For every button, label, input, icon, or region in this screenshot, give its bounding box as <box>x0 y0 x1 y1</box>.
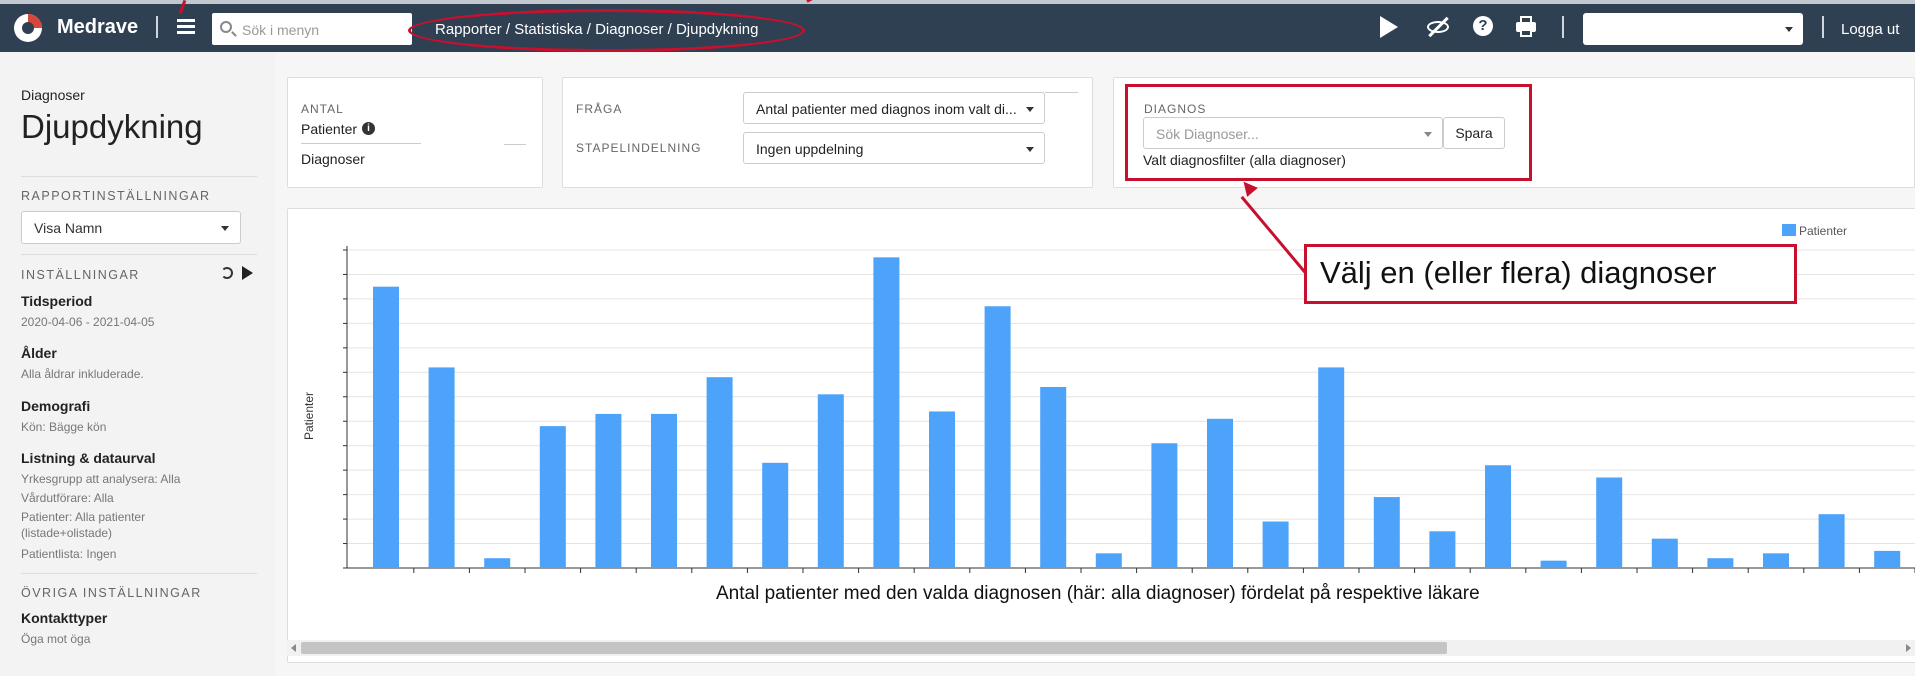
chart-bar[interactable] <box>1151 443 1178 568</box>
setting-label[interactable]: Ålder <box>21 345 57 361</box>
divider <box>1822 16 1824 38</box>
y-axis-label: Patienter <box>302 392 316 440</box>
chart-bar[interactable] <box>651 413 677 568</box>
setting-value: (listade+olistade) <box>21 526 113 540</box>
divider <box>504 144 526 145</box>
divider <box>21 176 257 177</box>
chart-bar[interactable] <box>1651 538 1678 568</box>
chart-bar[interactable] <box>1318 367 1345 568</box>
logout-link[interactable]: Logga ut <box>1841 21 1899 38</box>
chart-bar[interactable] <box>539 426 566 568</box>
question-label: FRÅGA <box>576 102 623 116</box>
setting-value: Öga mot öga <box>21 632 91 646</box>
bar-split-select-value: Ingen uppdelning <box>756 141 864 157</box>
scroll-right-icon[interactable] <box>1906 644 1911 652</box>
user-select[interactable] <box>1583 13 1803 45</box>
divider <box>1045 92 1078 93</box>
info-icon[interactable]: i <box>362 122 375 135</box>
top-border <box>0 0 1915 4</box>
chart-bar[interactable] <box>1429 531 1456 568</box>
top-bar: Medrave Sök i menyn Rapporter / Statisti… <box>0 0 1915 52</box>
hamburger-menu-icon[interactable] <box>177 19 195 35</box>
chart-bar[interactable] <box>1818 514 1845 568</box>
breadcrumb-highlight <box>408 9 805 52</box>
divider <box>156 16 158 38</box>
setting-label[interactable]: Tidsperiod <box>21 293 92 309</box>
diagnosis-highlight-box <box>1125 84 1532 181</box>
scroll-left-icon[interactable] <box>291 644 296 652</box>
chart-bar[interactable] <box>929 411 955 568</box>
legend-label: Patienter <box>1799 224 1848 238</box>
reset-icon[interactable] <box>221 267 233 279</box>
setting-value: 2020-04-06 - 2021-04-05 <box>21 315 155 329</box>
chevron-down-icon <box>1026 107 1034 112</box>
setting-label[interactable]: Kontakttyper <box>21 610 107 626</box>
menu-search-input[interactable]: Sök i menyn <box>212 13 412 45</box>
help-icon[interactable]: ? <box>1473 16 1493 36</box>
other-settings-heading: ÖVRIGA INSTÄLLNINGAR <box>21 586 202 600</box>
chart-bar[interactable] <box>1095 553 1122 568</box>
print-icon[interactable] <box>1516 16 1538 38</box>
logo-icon[interactable] <box>14 14 42 42</box>
display-select[interactable]: Visa Namn <box>21 211 241 244</box>
chart-bar[interactable] <box>762 462 789 568</box>
page-title: Djupdykning <box>21 108 203 145</box>
setting-label[interactable]: Listning & dataurval <box>21 450 156 466</box>
settings-heading: INSTÄLLNINGAR <box>21 268 140 282</box>
chart-bar[interactable] <box>706 377 733 568</box>
bar-split-label: STAPELINDELNING <box>576 141 702 155</box>
chart-bar[interactable] <box>1207 418 1233 568</box>
setting-label[interactable]: Demografi <box>21 398 90 414</box>
report-settings-heading: RAPPORTINSTÄLLNINGAR <box>21 189 211 203</box>
chart-bar[interactable] <box>1874 550 1901 568</box>
count-option-patients[interactable]: Patienter <box>301 121 357 137</box>
display-select-value: Visa Namn <box>34 220 103 236</box>
setting-value: Alla åldrar inkluderade. <box>21 367 144 381</box>
question-select-value: Antal patienter med diagnos inom valt di… <box>756 101 1017 117</box>
chart-bar[interactable] <box>484 558 511 568</box>
apply-play-icon[interactable] <box>242 266 253 280</box>
chart-bar[interactable] <box>1262 521 1289 568</box>
horizontal-scrollbar[interactable] <box>287 640 1915 656</box>
chevron-down-icon <box>1026 147 1034 152</box>
chart-caption: Antal patienter med den valda diagnosen … <box>716 583 1480 604</box>
chart-bar[interactable] <box>984 306 1011 568</box>
chart-bar[interactable] <box>373 286 399 568</box>
setting-value: Vårdutförare: Alla <box>21 491 114 505</box>
chart-bar[interactable] <box>1763 553 1789 568</box>
bar-split-select[interactable]: Ingen uppdelning <box>743 132 1045 164</box>
divider <box>301 143 421 144</box>
divider <box>21 573 257 574</box>
question-select[interactable]: Antal patienter med diagnos inom valt di… <box>743 92 1045 124</box>
divider <box>21 254 257 255</box>
count-label: ANTAL <box>301 102 344 116</box>
setting-value: Patientlista: Ingen <box>21 547 117 561</box>
play-icon[interactable] <box>1380 16 1398 38</box>
search-placeholder: Sök i menyn <box>242 22 320 38</box>
brand-name[interactable]: Medrave <box>57 16 138 39</box>
setting-value: Yrkesgrupp att analysera: Alla <box>21 472 181 486</box>
chart-bar[interactable] <box>1373 497 1400 568</box>
search-icon <box>220 21 232 33</box>
count-option-diagnoses[interactable]: Diagnoser <box>301 151 365 167</box>
scroll-thumb[interactable] <box>301 642 1447 654</box>
chart-bar[interactable] <box>1707 558 1734 568</box>
divider <box>1562 16 1564 38</box>
chart-bar[interactable] <box>1540 560 1567 568</box>
chart-bar[interactable] <box>428 367 455 568</box>
page-category: Diagnoser <box>21 87 85 103</box>
chevron-down-icon <box>1785 27 1793 32</box>
callout-text: Välj en (eller flera) diagnoser <box>1320 255 1717 290</box>
chart-bar[interactable] <box>873 257 900 568</box>
chart-bar[interactable] <box>1040 386 1067 568</box>
legend-swatch <box>1782 224 1796 236</box>
chevron-down-icon <box>221 226 229 231</box>
eye-off-icon[interactable] <box>1427 16 1449 38</box>
setting-value: Kön: Bägge kön <box>21 420 107 434</box>
chart-bar[interactable] <box>1485 465 1511 568</box>
chart-bar[interactable] <box>595 413 622 568</box>
chart-bar[interactable] <box>817 394 844 568</box>
chart-bar[interactable] <box>1596 477 1623 568</box>
setting-value: Patienter: Alla patienter <box>21 510 146 524</box>
